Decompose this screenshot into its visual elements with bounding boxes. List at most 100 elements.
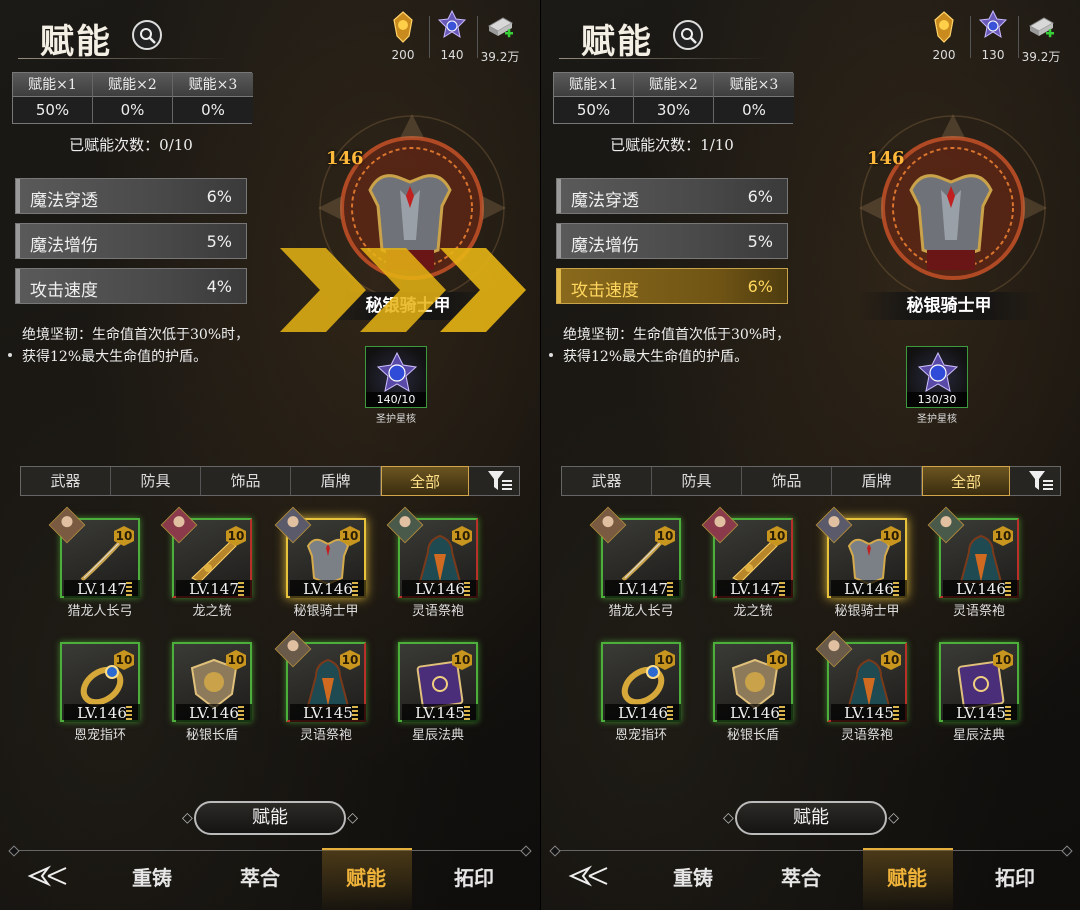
empower-rate-col: 赋能×2 0%	[93, 73, 173, 123]
empower-rate-value: 30%	[634, 97, 713, 123]
equipment-slot[interactable]: 10 LV.145 星辰法典	[398, 642, 478, 743]
tab-shield[interactable]: 盾牌	[832, 467, 922, 495]
empower-rate-col: 赋能×1 50%	[13, 73, 93, 123]
empower-button[interactable]: 赋能	[723, 801, 899, 835]
currency-silver[interactable]: 39.2万	[477, 10, 523, 65]
tab-accessory[interactable]: 饰品	[742, 467, 832, 495]
nav-merge[interactable]: 萃合	[761, 862, 841, 891]
equipment-slot[interactable]: 10 LV.146 秘银骑士甲	[815, 506, 907, 619]
level-bars-icon	[1005, 582, 1011, 596]
attribute-name: 魔法增伤	[571, 236, 639, 256]
filter-icon	[488, 471, 512, 490]
empower-rate-col: 赋能×2 30%	[634, 73, 714, 123]
nav-imprint[interactable]: 拓印	[975, 862, 1055, 891]
empower-rate-value: 0%	[173, 97, 253, 123]
equipment-slot[interactable]: 10 LV.146 灵语祭袍	[927, 506, 1019, 619]
core-name: 圣护星核	[917, 414, 957, 425]
bullet-dot	[549, 353, 553, 357]
back-button[interactable]	[26, 864, 70, 888]
attribute-value: 5%	[747, 232, 773, 251]
equipment-frame: 10 LV.146	[172, 642, 252, 722]
equipment-frame: 10 LV.146	[601, 642, 681, 722]
item-level-badge: 146	[326, 148, 364, 169]
filter-button[interactable]	[479, 467, 519, 495]
nav-empower[interactable]: 赋能	[867, 862, 947, 891]
star-core-icon	[978, 10, 1008, 39]
nav-empower[interactable]: 赋能	[326, 862, 406, 891]
currency-silver[interactable]: 39.2万	[1018, 10, 1064, 65]
tab-armor[interactable]: 防具	[111, 467, 201, 495]
tab-shield[interactable]: 盾牌	[291, 467, 381, 495]
nav-merge[interactable]: 萃合	[220, 862, 300, 891]
equipment-name: 秘银骑士甲	[293, 604, 359, 619]
silver-bar-icon	[1028, 17, 1055, 38]
empower-rate-label: 赋能×3	[714, 73, 794, 97]
equipment-slot[interactable]: 10 LV.146 灵语祭袍	[386, 506, 478, 619]
attribute-name: 攻击速度	[571, 281, 639, 301]
category-tabs: 武器 防具 饰品 盾牌 全部	[561, 466, 1061, 496]
attribute-name: 魔法增伤	[30, 236, 98, 256]
attribute-row: 攻击速度 4%	[15, 268, 247, 304]
currency-star-core[interactable]: 130	[970, 10, 1016, 62]
tab-all[interactable]: 全部	[381, 466, 469, 496]
equipment-name: 龙之铳	[192, 604, 232, 619]
filter-button[interactable]	[1020, 467, 1060, 495]
tab-weapon[interactable]: 武器	[21, 467, 111, 495]
star-core-slot[interactable]: 130/30	[906, 346, 968, 408]
equipment-name: 猎龙人长弓	[608, 604, 674, 619]
level-bars-icon	[779, 706, 785, 720]
equipment-name: 灵语祭袍	[840, 728, 893, 743]
level-bars-icon	[779, 582, 785, 596]
attribute-value: 6%	[747, 187, 773, 206]
tab-weapon[interactable]: 武器	[562, 467, 652, 495]
nav-imprint[interactable]: 拓印	[434, 862, 514, 891]
currency-gold-value: 200	[391, 48, 415, 62]
currency-gold-medal[interactable]: 200	[380, 10, 426, 62]
nav-divider	[555, 850, 1067, 851]
equipment-slot[interactable]: 10 LV.145 灵语祭袍	[274, 630, 366, 743]
empower-count: 已赋能次数：1/10	[610, 136, 734, 154]
empower-button[interactable]: 赋能	[182, 801, 358, 835]
nav-recast[interactable]: 重铸	[112, 862, 192, 891]
equipment-slot[interactable]: 10 LV.146 秘银长盾	[172, 642, 252, 743]
equipment-slot[interactable]: 10 LV.146 秘银长盾	[713, 642, 793, 743]
currency-core-value: 130	[981, 48, 1005, 62]
equipment-slot[interactable]: 10 LV.145 星辰法典	[939, 642, 1019, 743]
equipment-slot[interactable]: 10 LV.146 恩宠指环	[601, 642, 681, 743]
back-button[interactable]	[567, 864, 611, 888]
empower-rate-col: 赋能×3 0%	[714, 73, 794, 123]
equipment-slot[interactable]: 10 LV.147 猎龙人长弓	[48, 506, 140, 619]
search-button[interactable]	[673, 20, 703, 50]
equipment-slot[interactable]: 10 LV.147 龙之铳	[701, 506, 793, 619]
equipment-slot[interactable]: 10 LV.147 龙之铳	[160, 506, 252, 619]
star-core-icon	[917, 351, 959, 392]
attribute-row: 魔法增伤 5%	[15, 223, 247, 259]
attribute-name: 魔法穿透	[30, 191, 98, 211]
equipment-slot[interactable]: 10 LV.147 猎龙人长弓	[589, 506, 681, 619]
equipment-frame: 10 LV.146	[60, 642, 140, 722]
equipment-name: 灵语祭袍	[411, 604, 464, 619]
tab-armor[interactable]: 防具	[652, 467, 742, 495]
transition-arrows	[280, 248, 526, 332]
tab-all[interactable]: 全部	[922, 466, 1010, 496]
gold-medal-icon	[393, 11, 413, 43]
currency-star-core[interactable]: 140	[429, 10, 475, 62]
equipment-name: 恩宠指环	[614, 728, 667, 743]
equipment-slot[interactable]: 10 LV.146 秘银骑士甲	[274, 506, 366, 619]
equipment-frame: 10 LV.145	[398, 642, 478, 722]
currency-gold-medal[interactable]: 200	[921, 10, 967, 62]
nav-recast[interactable]: 重铸	[653, 862, 733, 891]
equipment-slot[interactable]: 10 LV.145 灵语祭袍	[815, 630, 907, 743]
search-button[interactable]	[132, 20, 162, 50]
empower-rate-col: 赋能×3 0%	[173, 73, 253, 123]
empower-panel-before: 赋能 200 140 39.2万 赋能×1 50% 赋能×2 0% 赋能×3 0…	[0, 0, 540, 910]
tab-accessory[interactable]: 饰品	[201, 467, 291, 495]
star-core-slot[interactable]: 140/10	[365, 346, 427, 408]
currency-core-value: 140	[440, 48, 464, 62]
armor-icon	[909, 174, 993, 270]
attribute-value: 6%	[747, 277, 773, 296]
page-title: 赋能	[581, 22, 653, 62]
equipment-slot[interactable]: 10 LV.146 恩宠指环	[60, 642, 140, 743]
empower-rate-value: 50%	[554, 97, 633, 123]
item-level-badge: 146	[867, 148, 905, 169]
